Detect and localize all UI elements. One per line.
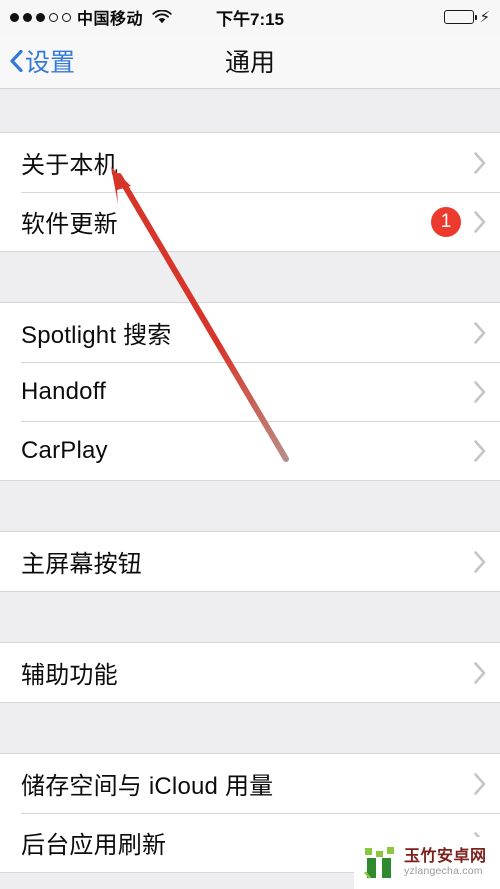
chevron-left-icon [10, 49, 23, 73]
chevron-right-icon [473, 321, 486, 344]
wifi-icon [152, 9, 172, 25]
settings-group: 主屏幕按钮 [0, 531, 500, 592]
list-item-label: Spotlight 搜索 [21, 322, 172, 349]
section-gap [0, 89, 500, 132]
list-item-accessory [473, 321, 486, 344]
chevron-right-icon [473, 380, 486, 403]
chevron-right-icon [473, 550, 486, 573]
watermark: 玉竹安卓网 yzlangecha.com [354, 837, 500, 889]
list-item[interactable]: CarPlay [0, 421, 500, 480]
list-item[interactable]: 主屏幕按钮 [0, 532, 500, 591]
watermark-text: 玉竹安卓网 yzlangecha.com [404, 848, 487, 877]
section-gap [0, 252, 500, 302]
list-item-accessory [473, 661, 486, 684]
status-bar-right: ⚡ [250, 10, 490, 25]
settings-group: Spotlight 搜索 Handoff CarPlay [0, 302, 500, 481]
status-bar: 中国移动 下午7:15 ⚡ [0, 0, 500, 34]
chevron-right-icon [473, 151, 486, 174]
list-item-accessory [473, 380, 486, 403]
lightning-bolt-icon: ⚡ [479, 8, 490, 26]
navigation-bar: 设置 通用 [0, 34, 500, 89]
section-gap [0, 703, 500, 753]
list-item[interactable]: Handoff [0, 362, 500, 421]
list-item[interactable]: 储存空间与 iCloud 用量 [0, 754, 500, 813]
settings-list: 关于本机软件更新 1 Spotlight 搜索 Handoff CarPlay 主屏幕按钮… [0, 89, 500, 873]
settings-group: 辅助功能 [0, 642, 500, 703]
list-item[interactable]: Spotlight 搜索 [0, 303, 500, 362]
list-item-accessory [473, 772, 486, 795]
list-item[interactable]: 辅助功能 [0, 643, 500, 702]
list-item-label: 关于本机 [21, 152, 118, 179]
list-item[interactable]: 软件更新 1 [0, 192, 500, 251]
section-gap [0, 592, 500, 642]
list-item-accessory: 1 [431, 206, 486, 237]
signal-strength-icon [10, 12, 71, 22]
section-gap [0, 481, 500, 531]
list-item-label: 辅助功能 [21, 662, 118, 689]
list-item-accessory [473, 550, 486, 573]
chevron-right-icon [473, 439, 486, 462]
watermark-logo-icon [363, 846, 399, 880]
list-item-accessory [473, 151, 486, 174]
battery-icon [444, 10, 478, 24]
list-item[interactable]: 关于本机 [0, 133, 500, 192]
list-item-label: 储存空间与 iCloud 用量 [21, 773, 274, 800]
chevron-right-icon [473, 210, 486, 233]
iphone-screen: 中国移动 下午7:15 ⚡ 设置 通用 关于本机 软件更新 1 Spotligh… [0, 0, 500, 889]
carrier-name: 中国移动 [77, 11, 144, 28]
list-item-label: Handoff [21, 377, 107, 405]
list-item-label: 主屏幕按钮 [21, 551, 142, 578]
back-button[interactable]: 设置 [0, 43, 75, 79]
watermark-url: yzlangecha.com [404, 864, 483, 877]
chevron-right-icon [473, 772, 486, 795]
chevron-right-icon [473, 661, 486, 684]
back-button-label: 设置 [25, 49, 76, 77]
status-bar-left: 中国移动 [10, 5, 250, 29]
settings-group: 关于本机软件更新 1 [0, 132, 500, 252]
watermark-site-name: 玉竹安卓网 [404, 848, 487, 866]
list-item-accessory [473, 439, 486, 462]
list-item-label: CarPlay [21, 436, 108, 464]
status-badge: 1 [431, 206, 461, 237]
list-item-label: 软件更新 [21, 211, 118, 238]
